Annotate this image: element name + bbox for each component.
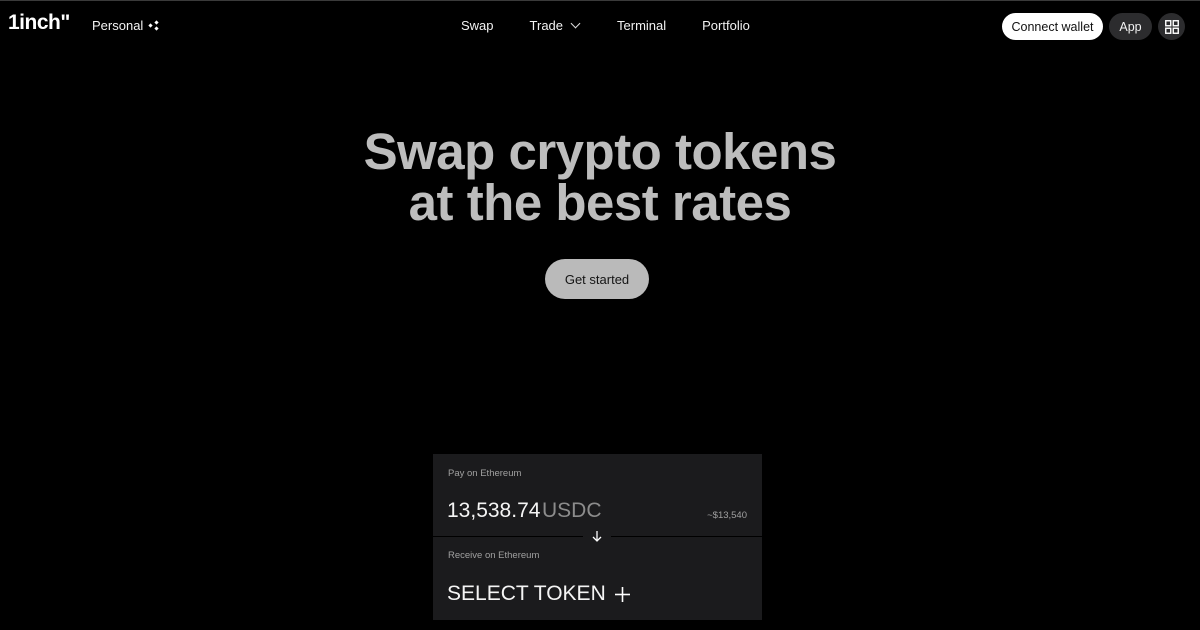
page: 1inch" Personal Swap Trade Terminal Port… bbox=[0, 0, 1200, 630]
nav-trade-label: Trade bbox=[529, 18, 564, 33]
arrow-down-icon[interactable] bbox=[590, 529, 604, 543]
nav-trade[interactable]: Trade bbox=[529, 18, 581, 33]
select-token-button[interactable]: SELECT TOKEN bbox=[447, 582, 631, 606]
pay-usd-value: ~$13,540 bbox=[707, 510, 747, 521]
divider bbox=[611, 536, 762, 537]
nav-terminal-label: Terminal bbox=[617, 18, 667, 33]
main-nav: Swap Trade Terminal Portfolio bbox=[461, 18, 750, 33]
divider bbox=[433, 536, 583, 537]
workspace-label: Personal bbox=[92, 18, 144, 33]
nav-swap[interactable]: Swap bbox=[461, 18, 494, 33]
pay-token-selector[interactable]: USDC bbox=[542, 499, 602, 523]
nav-swap-label: Swap bbox=[461, 18, 494, 33]
connect-wallet-button[interactable]: Connect wallet bbox=[1002, 13, 1103, 40]
hero-title-line-2: at the best rates bbox=[408, 174, 792, 231]
nav-portfolio-label: Portfolio bbox=[702, 18, 750, 33]
plus-icon bbox=[614, 586, 630, 602]
grid-icon bbox=[1164, 19, 1179, 34]
nav-portfolio[interactable]: Portfolio bbox=[702, 18, 750, 33]
swap-widget: Pay on Ethereum 13,538.74 USDC ~$13,540 … bbox=[433, 454, 762, 620]
workspace-selector[interactable]: Personal bbox=[92, 18, 159, 33]
receive-label: Receive on Ethereum bbox=[448, 550, 540, 561]
hero-title-line-1: Swap crypto tokens bbox=[363, 123, 837, 180]
pay-label: Pay on Ethereum bbox=[448, 468, 522, 479]
pay-amount-input[interactable]: 13,538.74 bbox=[447, 499, 540, 523]
dots-icon bbox=[148, 19, 159, 31]
hero-title: Swap crypto tokens at the best rates bbox=[300, 126, 900, 228]
chevron-down-icon bbox=[570, 18, 581, 29]
nav-terminal[interactable]: Terminal bbox=[617, 18, 666, 33]
logo[interactable]: 1inch" bbox=[8, 11, 70, 35]
top-border bbox=[0, 0, 1200, 1]
get-started-button[interactable]: Get started bbox=[545, 259, 649, 299]
grid-menu-button[interactable] bbox=[1158, 13, 1185, 40]
app-button[interactable]: App bbox=[1109, 13, 1152, 40]
select-token-label: SELECT TOKEN bbox=[447, 582, 606, 605]
